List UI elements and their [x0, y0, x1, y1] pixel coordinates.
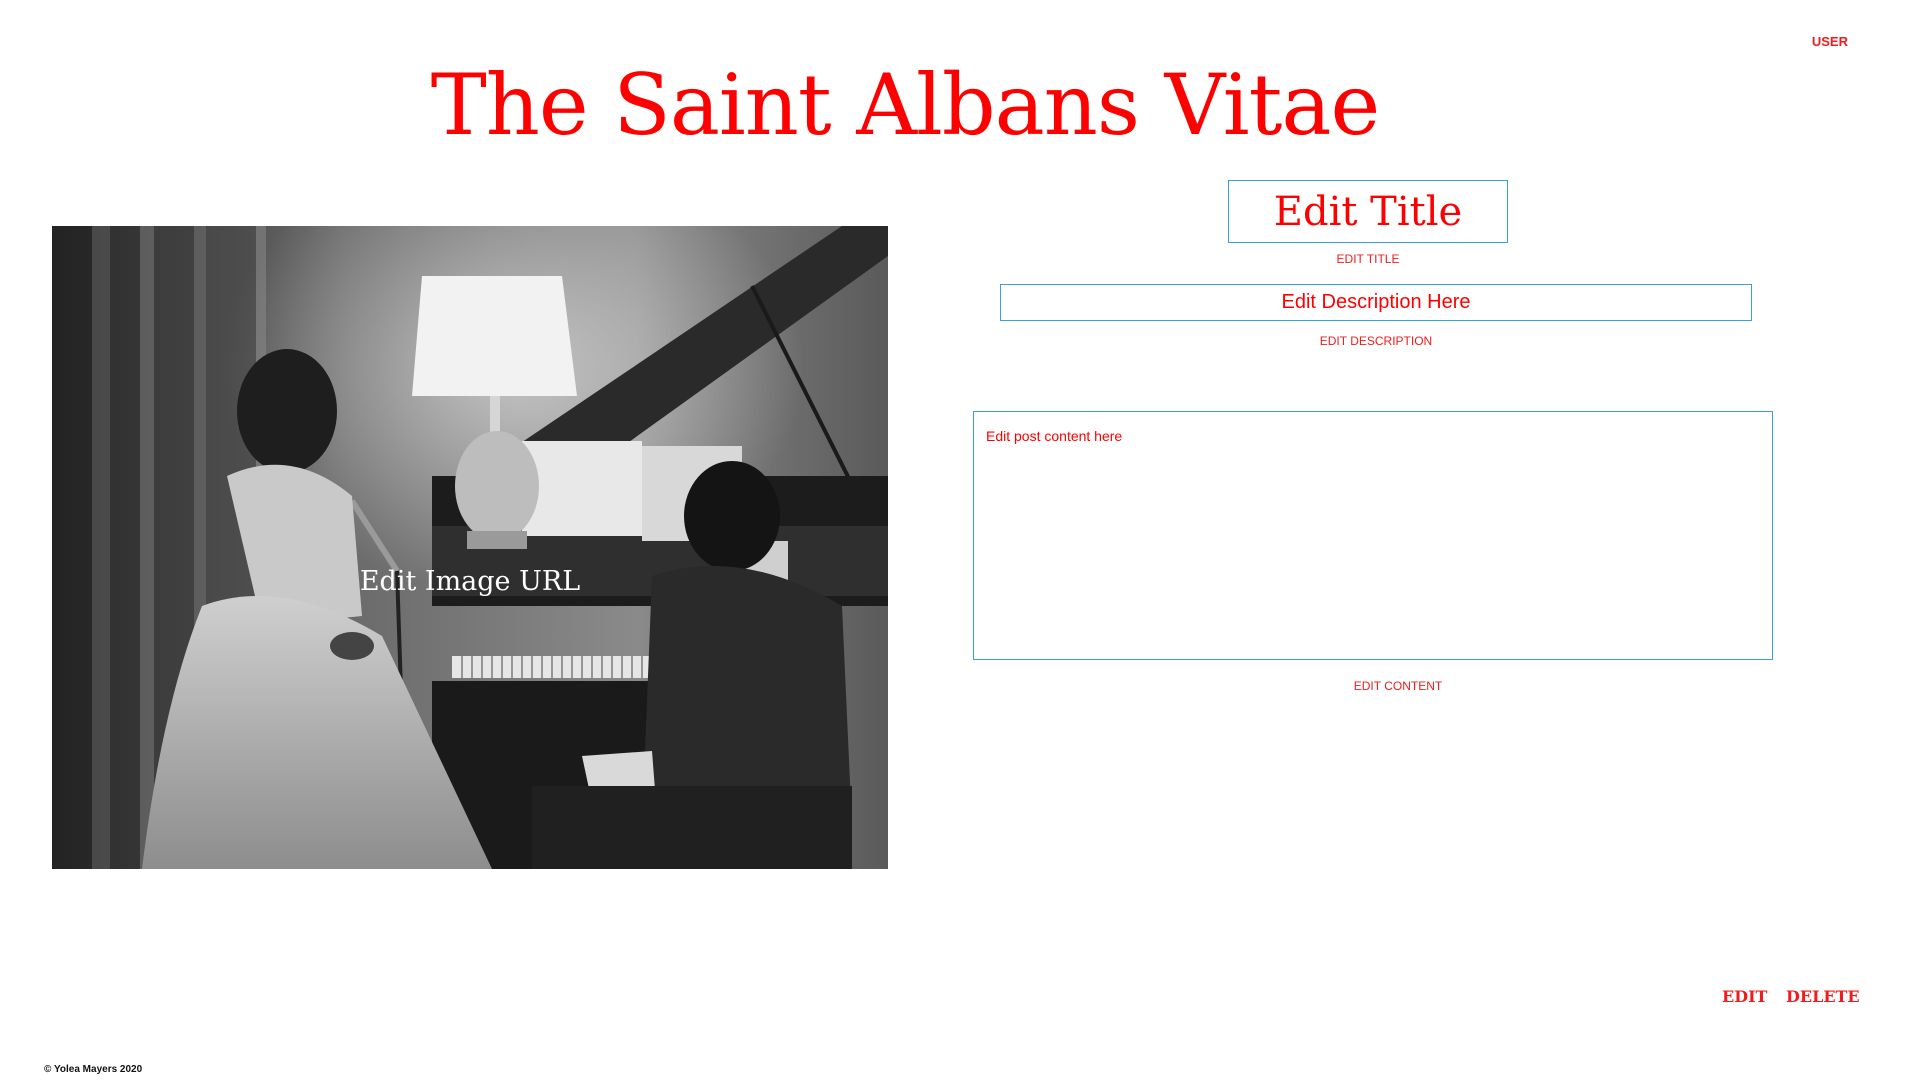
- delete-button[interactable]: DELETE: [1786, 987, 1860, 1006]
- edit-description-field[interactable]: Edit Description Here: [1000, 284, 1752, 321]
- edit-title-label: EDIT TITLE: [1336, 252, 1400, 266]
- edit-image-url-label[interactable]: Edit Image URL: [52, 566, 888, 597]
- user-link[interactable]: USER: [1812, 34, 1848, 49]
- post-photo-illustration: [52, 226, 888, 869]
- edit-description-label: EDIT DESCRIPTION: [1319, 334, 1433, 348]
- post-image[interactable]: Edit Image URL: [52, 226, 888, 869]
- edit-content-field[interactable]: Edit post content here: [973, 411, 1773, 660]
- edit-title-field[interactable]: Edit Title: [1228, 180, 1508, 243]
- edit-button[interactable]: EDIT: [1722, 987, 1767, 1006]
- edit-content-label: EDIT CONTENT: [1353, 679, 1443, 693]
- site-title: The Saint Albans Vitae: [430, 56, 1380, 154]
- footer-copyright: © Yolea Mayers 2020: [44, 1064, 143, 1075]
- page: USER The Saint Albans Vitae Edit Image U…: [0, 0, 1920, 1080]
